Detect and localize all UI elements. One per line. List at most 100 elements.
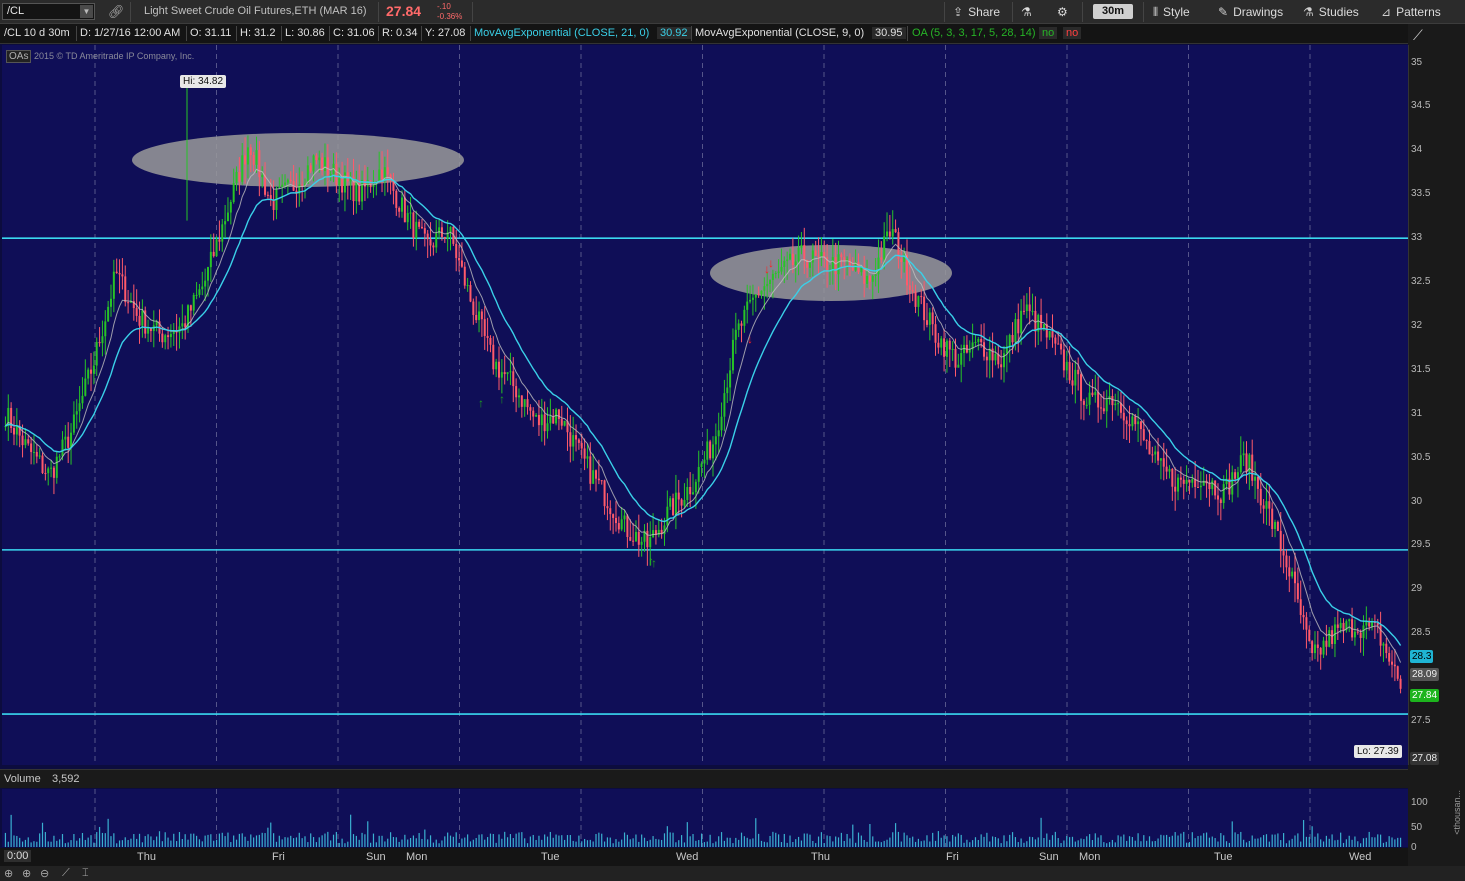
price-chart[interactable]: ↑ ↑↑↑↓↓↓	[2, 45, 1408, 765]
candle-body	[1080, 374, 1083, 401]
volume-bar	[352, 834, 355, 847]
style-button[interactable]: ⫴ Style	[1153, 5, 1190, 20]
flask-icon[interactable]: ⚗	[1021, 5, 1032, 19]
time-axis[interactable]: 0:00 Thu Fri Sun Mon Tue Wed Thu Fri Sun Mon Tue We…	[0, 848, 1408, 866]
volume-bar	[1325, 835, 1327, 847]
studies-info-bar: /CL 10 d 30m D: 1/27/16 12:00 AM O: 31.1…	[0, 24, 1408, 44]
oas-tag[interactable]: OAs	[6, 50, 32, 63]
crosshair-icon[interactable]: ⊕	[4, 867, 13, 880]
volume-pane[interactable]	[2, 789, 1408, 847]
cursor-icon[interactable]: ⌶	[82, 867, 89, 880]
volume-bar	[532, 834, 534, 847]
volume-bar	[692, 834, 694, 847]
chart-id[interactable]: /CL 10 d 30m	[4, 27, 70, 39]
bar-range: R: 0.34	[382, 27, 418, 39]
zoom-out-icon[interactable]: ⊖	[40, 867, 49, 880]
candle-body	[1065, 361, 1068, 371]
volume-bar	[629, 839, 631, 847]
candle-body	[629, 537, 632, 541]
candle-body	[366, 180, 369, 187]
chevron-down-icon[interactable]: ▼	[80, 5, 93, 18]
candle-body	[1182, 479, 1185, 484]
volume-bar	[161, 841, 163, 847]
candle-body	[1396, 666, 1399, 679]
volume-bar	[1260, 837, 1262, 847]
volume-bar	[253, 837, 255, 847]
volume-bar	[909, 837, 911, 847]
info-divider	[186, 26, 187, 41]
candle-body	[386, 167, 389, 175]
candle-body	[472, 301, 475, 315]
oa-study-name[interactable]: OA (5, 3, 3, 17, 5, 28, 14)	[912, 27, 1036, 39]
volume-bar	[201, 841, 203, 847]
volume-bar	[1100, 835, 1102, 847]
candle-body	[914, 291, 917, 307]
volume-bar	[558, 835, 560, 847]
candle-body	[418, 221, 421, 227]
volume-chart[interactable]	[2, 789, 1408, 847]
volume-bar	[1066, 835, 1068, 847]
volume-bar	[535, 839, 537, 847]
volume-bar	[1228, 842, 1230, 847]
volume-bar	[250, 834, 252, 847]
price-chart-pane[interactable]: ↑ ↑ ↑ ↑ ↓ ↓ ↓ OAs 2015 © TD Ameritrade IP Comp…	[2, 45, 1409, 765]
patterns-button[interactable]: ⊿ Patterns	[1381, 5, 1441, 19]
volume-bar	[375, 842, 377, 847]
zoom-in-icon[interactable]: ⊕	[22, 867, 31, 880]
volume-bar	[489, 833, 492, 847]
volume-bar	[1060, 843, 1062, 847]
volume-bar	[509, 834, 512, 847]
ema9-study-name[interactable]: MovAvgExponential (CLOSE, 9, 0)	[695, 27, 864, 39]
candle-body	[726, 387, 729, 394]
oa-study-flag: no	[1039, 27, 1058, 39]
time-axis-label: Mon	[1079, 851, 1101, 863]
flask-icon: ⚗	[1303, 5, 1314, 19]
volume-bar	[498, 834, 500, 847]
volume-bar	[1166, 834, 1168, 847]
link-icon[interactable]: 🔗︎	[108, 4, 125, 20]
studies-button[interactable]: ⚗ Studies	[1303, 5, 1359, 19]
volume-bar	[193, 833, 195, 847]
candle-body	[98, 342, 101, 344]
volume-bar	[900, 841, 902, 847]
candle-body	[61, 439, 64, 457]
price-axis-label: 28.5	[1411, 627, 1431, 639]
volume-bar	[1026, 841, 1028, 847]
volume-bar	[566, 835, 569, 847]
volume-bar	[1297, 833, 1299, 847]
pan-icon[interactable]: ⟋	[62, 867, 70, 880]
volume-bar	[980, 834, 982, 847]
volume-bar	[1054, 831, 1056, 847]
candle-body	[737, 323, 740, 330]
candle-body	[537, 414, 540, 426]
volume-bar	[635, 834, 637, 847]
candle-body	[224, 221, 227, 225]
candle-body	[583, 448, 586, 459]
volume-axis-label: 0	[1411, 842, 1417, 853]
candle-body	[101, 336, 104, 344]
volume-bar	[484, 839, 486, 847]
volume-bar	[392, 836, 395, 847]
price-axis-label: 32.5	[1411, 276, 1431, 288]
volume-bar	[310, 833, 312, 847]
timeframe-button[interactable]: 30m	[1093, 4, 1133, 19]
volume-bar	[16, 835, 18, 847]
volume-bar	[1340, 832, 1342, 847]
drawing-tool-icon[interactable]: ⟋	[1413, 27, 1423, 44]
volume-bar	[190, 833, 192, 847]
symbol-selector[interactable]: /CL ▼	[2, 3, 95, 20]
volume-label[interactable]: Volume	[4, 773, 41, 785]
bar-y: Y: 27.08	[425, 27, 466, 39]
ema21-study-name[interactable]: MovAvgExponential (CLOSE, 21, 0)	[474, 27, 649, 39]
volume-axis-label: 50	[1411, 822, 1423, 833]
volume-bar	[1245, 842, 1248, 847]
volume-bar	[643, 837, 646, 847]
drawings-button[interactable]: ✎ Drawings	[1218, 5, 1283, 19]
volume-bar	[1388, 836, 1390, 847]
candle-body	[235, 171, 238, 184]
candle-body	[894, 229, 897, 233]
gear-icon[interactable]: ⚙	[1057, 5, 1068, 19]
candle-body	[920, 296, 923, 298]
share-button[interactable]: ⇪ Share	[953, 5, 1000, 19]
candle-body	[92, 365, 95, 374]
